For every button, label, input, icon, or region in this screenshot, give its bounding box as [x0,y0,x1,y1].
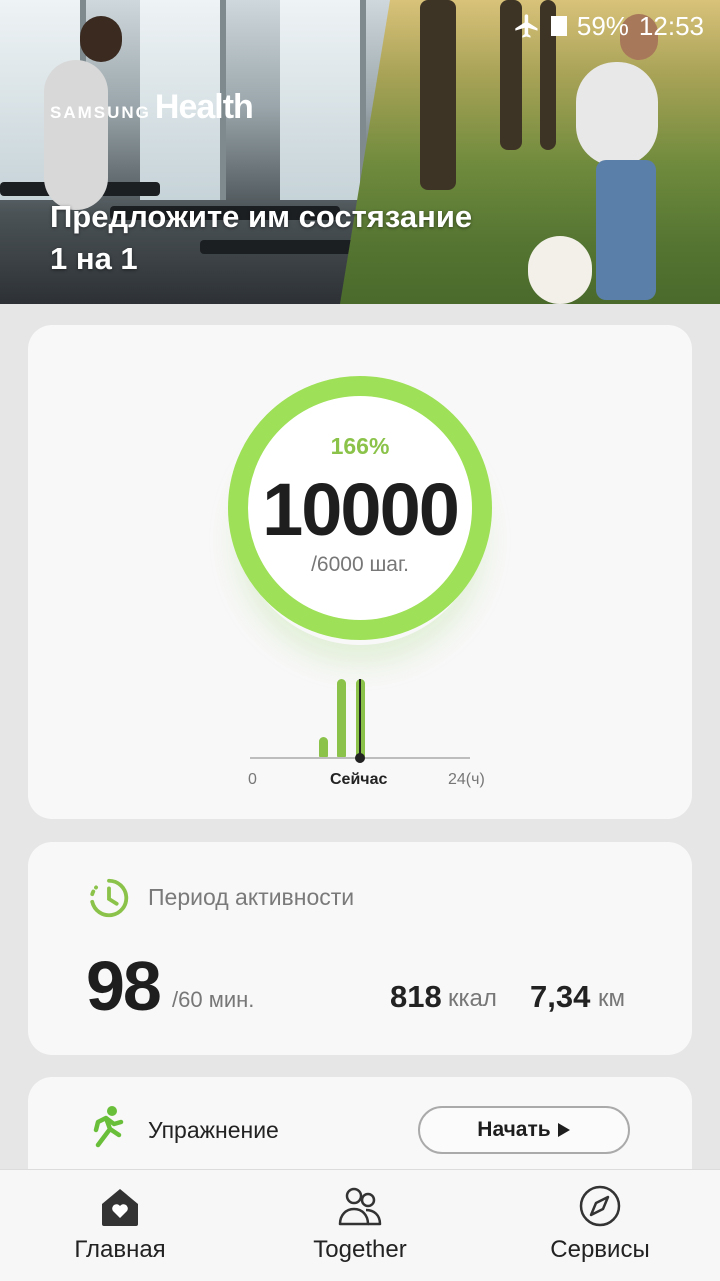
active-time-card[interactable]: Период активности 98 /60 мин. 818 ккал 7… [28,842,692,1055]
bottom-navigation: Главная Together Сервисы [0,1169,720,1281]
nav-label-services: Сервисы [550,1236,650,1263]
battery-icon [550,16,567,36]
nav-tab-together[interactable]: Together [240,1170,480,1281]
calories-value: 818 [390,979,442,1014]
steps-card[interactable]: 166% 10000 /6000 шаг. 0 Сейчас 24(ч) [28,325,692,819]
steps-goal: /6000 шаг. [311,553,409,576]
active-time-title: Период активности [148,884,355,910]
tree [420,0,456,190]
gym-window [280,0,366,200]
airplane-mode-icon [513,12,541,40]
hour-bar [319,737,328,757]
start-exercise-button[interactable]: Начать [418,1106,630,1154]
start-button-label: Начать [477,1118,551,1141]
logo-samsung-text: SAMSUNG [50,103,151,122]
active-minutes: 98 [86,947,162,1025]
nav-label-together: Together [313,1236,407,1263]
nav-tab-services[interactable]: Сервисы [480,1170,720,1281]
now-marker [359,679,361,759]
calories-unit: ккал [448,985,497,1012]
clock: 12:53 [638,10,704,41]
steps-percent: 166% [330,433,390,459]
play-icon [557,1123,570,1137]
promo-banner[interactable]: 59% 12:53 SAMSUNG Health Предложите им с… [0,0,720,304]
runner-figure [44,60,108,210]
status-bar: 59% 12:53 [513,8,704,44]
running-icon [93,1106,124,1148]
compass-icon [579,1185,621,1227]
people-icon [338,1187,382,1226]
nav-label-home: Главная [74,1236,166,1263]
banner-title: Предложите им состязание 1 на 1 [50,199,473,276]
samsung-health-logo: SAMSUNG Health [50,88,254,127]
runner-head [80,16,122,62]
exercise-title: Упражнение [148,1117,279,1143]
axis-now-label: Сейчас [330,771,388,788]
steps-count: 10000 [262,468,460,551]
nav-tab-home[interactable]: Главная [0,1170,240,1281]
hour-bar [337,679,346,757]
active-goal: /60 мин. [172,987,255,1012]
axis-start-label: 0 [248,771,257,788]
distance-unit: км [598,985,625,1012]
logo-health-text: Health [154,88,254,126]
distance-value: 7,34 [530,979,591,1014]
steps-ring: 166% 10000 /6000 шаг. [227,375,493,641]
battery-percent: 59% [576,10,629,41]
now-dot [355,753,365,763]
home-heart-icon [102,1189,138,1226]
stopwatch-icon [90,878,129,918]
walker-legs [596,160,656,300]
axis-end-label: 24(ч) [448,771,485,788]
hourly-steps-chart: 0 Сейчас 24(ч) [248,675,485,795]
walker-figure [576,62,658,166]
